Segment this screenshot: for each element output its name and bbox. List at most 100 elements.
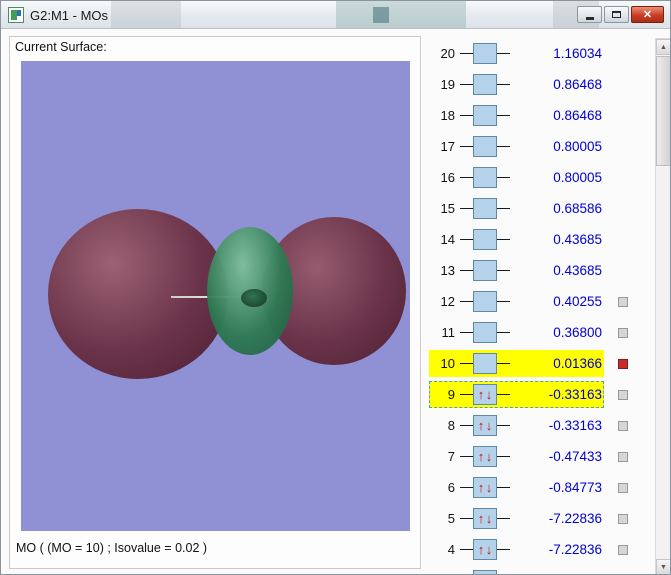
scroll-down-button[interactable]: ▼ xyxy=(656,559,670,574)
mo-row[interactable]: 14 0.43685 xyxy=(429,224,643,255)
mo-row[interactable]: 20 1.16034 xyxy=(429,38,643,69)
mo-row[interactable]: 8 ↑ ↓ -0.33163 xyxy=(429,410,643,441)
mo-energy-value: 0.68586 xyxy=(553,201,602,216)
mo-checkbox[interactable] xyxy=(618,420,628,431)
mo-row-main[interactable]: 18 0.86468 xyxy=(429,102,604,129)
mo-row-main[interactable]: 15 0.68586 xyxy=(429,195,604,222)
mo-energy-value: 0.01366 xyxy=(553,356,602,371)
energy-level-line xyxy=(497,332,510,333)
mo-number: 6 xyxy=(447,480,455,495)
mo-row[interactable]: 17 0.80005 xyxy=(429,131,643,162)
mo-row[interactable]: 12 0.40255 xyxy=(429,286,643,317)
energy-level-line xyxy=(497,146,510,147)
mo-row[interactable]: ↑ ↓ xyxy=(429,565,643,574)
mo-number: 8 xyxy=(447,418,455,433)
mo-orbital-box[interactable] xyxy=(473,43,497,64)
mo-row-main[interactable]: 11 0.36800 xyxy=(429,319,604,346)
mo-row[interactable]: 7 ↑ ↓ -0.47433 xyxy=(429,441,643,472)
mo-row-main[interactable]: 13 0.43685 xyxy=(429,257,604,284)
mo-row[interactable]: 9 ↑ ↓ -0.33163 xyxy=(429,379,643,410)
mo-row[interactable]: 13 0.43685 xyxy=(429,255,643,286)
mo-checkbox[interactable] xyxy=(618,451,628,462)
mo-row-main[interactable]: 9 ↑ ↓ -0.33163 xyxy=(429,381,604,408)
mo-orbital-box[interactable] xyxy=(473,229,497,250)
mo-row-main[interactable]: 7 ↑ ↓ -0.47433 xyxy=(429,443,604,470)
energy-level-line xyxy=(497,239,510,240)
mo-number: 10 xyxy=(440,356,455,371)
mo-row[interactable]: 5 ↑ ↓ -7.22836 xyxy=(429,503,643,534)
mo-energy-value: 0.36800 xyxy=(553,325,602,340)
mo-row[interactable]: 6 ↑ ↓ -0.84773 xyxy=(429,472,643,503)
mo-orbital-box[interactable] xyxy=(473,74,497,95)
mo-checkbox[interactable] xyxy=(618,513,628,524)
mo-row-main[interactable]: 17 0.80005 xyxy=(429,133,604,160)
mo-orbital-box[interactable] xyxy=(473,260,497,281)
energy-level-line xyxy=(460,84,473,85)
mo-energy-value: -7.22836 xyxy=(548,542,602,557)
mo-row[interactable]: 10 0.01366 xyxy=(429,348,643,379)
mo-row[interactable]: 11 0.36800 xyxy=(429,317,643,348)
mo-row-main[interactable]: 16 0.80005 xyxy=(429,164,604,191)
mo-checkbox[interactable] xyxy=(618,296,628,307)
mo-row-main[interactable]: 19 0.86468 xyxy=(429,71,604,98)
mo-row[interactable]: 19 0.86468 xyxy=(429,69,643,100)
mo-orbital-box[interactable]: ↑ ↓ xyxy=(473,477,497,498)
energy-level-line xyxy=(460,394,473,395)
mo-orbital-box[interactable] xyxy=(473,105,497,126)
mo-checkbox[interactable] xyxy=(618,544,628,555)
mo-energy-value: -0.33163 xyxy=(548,418,602,433)
energy-level-line xyxy=(460,270,473,271)
energy-level-line xyxy=(497,177,510,178)
mo-row-main[interactable]: 6 ↑ ↓ -0.84773 xyxy=(429,474,604,501)
mo-orbital-box[interactable] xyxy=(473,353,497,374)
close-button[interactable]: ✕ xyxy=(631,6,664,23)
energy-level-line xyxy=(497,301,510,302)
mo-orbital-box[interactable]: ↑ ↓ xyxy=(473,539,497,560)
mo-orbital-box[interactable]: ↑ ↓ xyxy=(473,508,497,529)
mo-checkbox[interactable] xyxy=(618,358,628,369)
mo-row-main[interactable]: 20 1.16034 xyxy=(429,40,604,67)
minimize-button[interactable] xyxy=(577,6,602,23)
mo-orbital-box[interactable]: ↑ ↓ xyxy=(473,415,497,436)
mo-row-main[interactable]: 5 ↑ ↓ -7.22836 xyxy=(429,505,604,532)
mo-row-main[interactable]: ↑ ↓ xyxy=(429,567,604,574)
mo-number: 14 xyxy=(440,232,455,247)
mo-row-main[interactable]: 12 0.40255 xyxy=(429,288,604,315)
mo-orbital-box[interactable]: ↑ ↓ xyxy=(473,570,497,574)
mo-row[interactable]: 15 0.68586 xyxy=(429,193,643,224)
mo-row-main[interactable]: 4 ↑ ↓ -7.22836 xyxy=(429,536,604,563)
titlebar[interactable]: G2:M1 - MOs ✕ xyxy=(1,1,670,29)
energy-level-line xyxy=(460,363,473,364)
mo-orbital-box[interactable]: ↑ ↓ xyxy=(473,384,497,405)
mo-row-main[interactable]: 8 ↑ ↓ -0.33163 xyxy=(429,412,604,439)
mo-row[interactable]: 4 ↑ ↓ -7.22836 xyxy=(429,534,643,565)
mo-orbital-box[interactable] xyxy=(473,167,497,188)
mo-orbital-box[interactable] xyxy=(473,322,497,343)
mo-orbital-box[interactable] xyxy=(473,198,497,219)
maximize-button[interactable] xyxy=(604,6,629,23)
orbital-3d-viewport[interactable] xyxy=(21,61,410,531)
mo-row[interactable]: 18 0.86468 xyxy=(429,100,643,131)
scroll-down-icon: ▼ xyxy=(660,563,667,571)
mo-energy-value: 0.86468 xyxy=(553,77,602,92)
mo-row-main[interactable]: 10 0.01366 xyxy=(429,350,604,377)
mo-row-main[interactable]: 14 0.43685 xyxy=(429,226,604,253)
mo-checkbox[interactable] xyxy=(618,482,628,493)
energy-level-line xyxy=(497,456,510,457)
mo-energy-value: 0.43685 xyxy=(553,263,602,278)
electron-up-arrow-icon: ↑ xyxy=(477,418,485,433)
mo-number: 7 xyxy=(447,449,455,464)
mo-checkbox[interactable] xyxy=(618,327,628,338)
scrollbar-thumb[interactable] xyxy=(656,56,670,166)
scroll-up-button[interactable]: ▲ xyxy=(656,39,670,55)
mo-energy-value: 1.16034 xyxy=(553,46,602,61)
mo-orbital-box[interactable] xyxy=(473,291,497,312)
mo-row[interactable]: 16 0.80005 xyxy=(429,162,643,193)
electron-up-arrow-icon: ↑ xyxy=(477,480,485,495)
electron-up-arrow-icon: ↑ xyxy=(477,387,485,402)
mo-orbital-box[interactable] xyxy=(473,136,497,157)
mo-orbital-box[interactable]: ↑ ↓ xyxy=(473,446,497,467)
scrollbar[interactable]: ▲ ▼ xyxy=(655,38,670,574)
scroll-up-icon: ▲ xyxy=(660,43,667,51)
mo-checkbox[interactable] xyxy=(618,389,628,400)
